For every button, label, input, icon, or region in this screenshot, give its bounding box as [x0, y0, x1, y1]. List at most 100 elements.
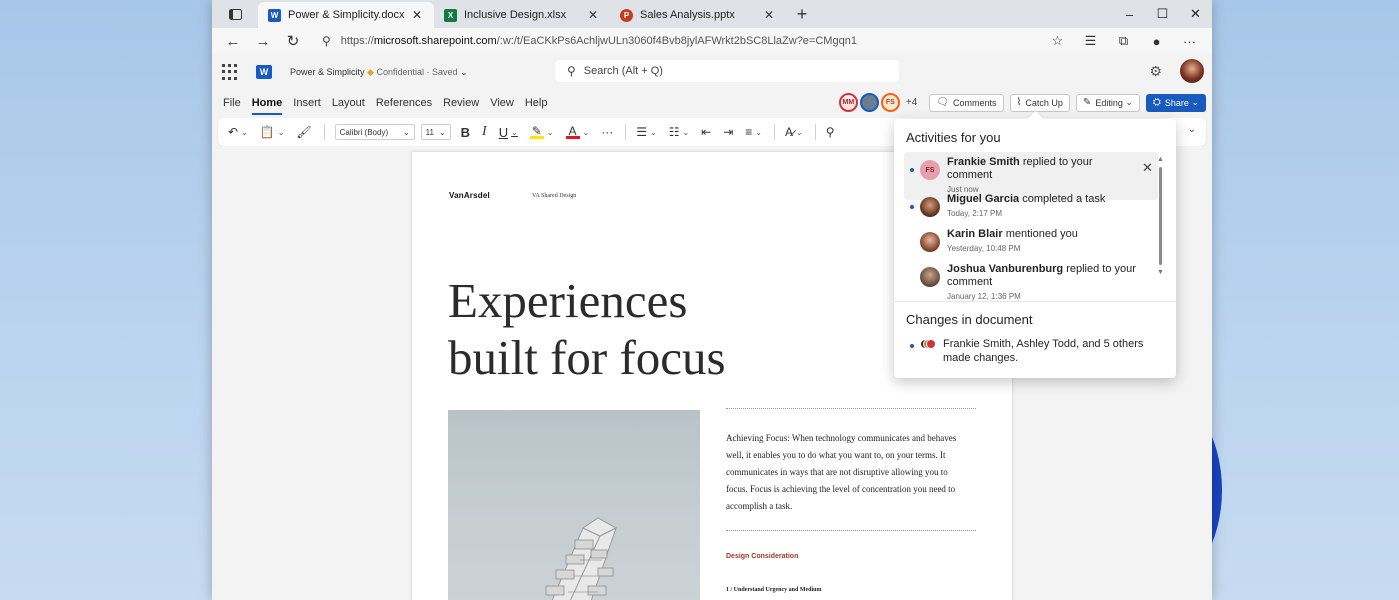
increase-indent-button[interactable]: ⇥: [723, 125, 733, 139]
editing-mode-button[interactable]: ✎ Editing ⌄: [1075, 93, 1140, 112]
font-color-button[interactable]: A ⌄: [565, 125, 589, 139]
scroll-up-icon[interactable]: ▲: [1157, 156, 1164, 163]
italic-button[interactable]: I: [482, 124, 487, 140]
refresh-button[interactable]: ↻: [278, 32, 308, 50]
divider: [774, 124, 775, 140]
tab-insert[interactable]: Insert: [293, 97, 321, 109]
more-options-button[interactable]: ···: [601, 125, 613, 139]
favorite-star-icon[interactable]: ☆: [1041, 33, 1074, 49]
comments-button[interactable]: 🗨 Comments: [929, 93, 1004, 112]
avatar[interactable]: [1180, 59, 1204, 83]
window-controls: – ☐ ✕: [1113, 0, 1212, 28]
changes-item[interactable]: Frankie Smith, Ashley Todd, and 5 others…: [910, 337, 1160, 365]
minimize-button[interactable]: –: [1113, 0, 1146, 28]
editing-label: Editing: [1095, 97, 1123, 108]
desktop-background-left: [0, 0, 212, 600]
favorites-list-icon[interactable]: ☰: [1074, 33, 1107, 49]
extension-icon[interactable]: ●: [1140, 34, 1173, 49]
browser-window: W Power & Simplicity.docx ✕ X Inclusive …: [212, 0, 1212, 600]
tab-excel-doc[interactable]: X Inclusive Design.xlsx ✕: [434, 2, 610, 28]
tab-review[interactable]: Review: [443, 97, 479, 109]
browser-toolbar-icons: ☆ ☰ ⧉ ● ···: [1041, 28, 1206, 54]
tab-layout[interactable]: Layout: [332, 97, 365, 109]
new-tab-button[interactable]: +: [790, 4, 814, 25]
decrease-indent-button[interactable]: ⇤: [701, 125, 711, 139]
app-launcher-icon[interactable]: [222, 64, 238, 80]
font-size-select[interactable]: 11 ⌄: [420, 124, 451, 140]
collections-icon[interactable]: ⧉: [1107, 33, 1140, 49]
headline-line-1: Experiences: [448, 273, 688, 328]
avatar-group: [920, 339, 936, 353]
scrollbar-thumb[interactable]: [1158, 167, 1162, 265]
align-button[interactable]: ≡ ⌄: [745, 125, 762, 139]
font-name: Calibri (Body): [339, 127, 389, 137]
styles-button[interactable]: A̷ ⌄: [785, 125, 803, 139]
unread-indicator: [910, 205, 914, 209]
more-collaborators-count[interactable]: +4: [906, 97, 917, 108]
pencil-icon: ✎: [1082, 97, 1092, 108]
tab-home[interactable]: Home: [251, 97, 282, 115]
address-row: ← → ↻ ⚲ https://microsoft.sharepoint.com…: [212, 28, 1212, 54]
activities-title: Activities for you: [906, 130, 1001, 145]
gear-icon[interactable]: ⚙: [1149, 63, 1162, 80]
close-icon[interactable]: ✕: [762, 8, 776, 22]
search-input[interactable]: ⚲ Search (Alt + Q): [555, 60, 899, 82]
numbering-button[interactable]: ☷ ⌄: [669, 125, 689, 139]
maximize-button[interactable]: ☐: [1146, 0, 1179, 28]
share-button[interactable]: ⛭ Share ⌄: [1145, 93, 1206, 112]
tab-help[interactable]: Help: [525, 97, 548, 109]
activity-item[interactable]: Joshua Vanburenburg replied to your comm…: [904, 259, 1158, 307]
paste-button[interactable]: 📋 ⌄: [260, 125, 285, 139]
collaborator-avatar[interactable]: [859, 93, 879, 112]
document-name[interactable]: Power & Simplicity ◆ Confidential · Save…: [290, 67, 468, 78]
wallpaper-orb: [1212, 390, 1222, 590]
activity-item[interactable]: Karin Blair mentioned you Yesterday, 10:…: [904, 224, 1158, 259]
share-icon: ⛭: [1152, 97, 1161, 108]
activity-text: Miguel Garcia completed a task Today, 2:…: [947, 193, 1158, 220]
activity-item[interactable]: Miguel Garcia completed a task Today, 2:…: [904, 189, 1158, 224]
tab-references[interactable]: References: [376, 97, 432, 109]
back-button[interactable]: ←: [218, 33, 248, 50]
doc-title: Power & Simplicity: [290, 66, 365, 77]
close-icon[interactable]: ✕: [1142, 160, 1158, 176]
changes-text: Frankie Smith, Ashley Todd, and 5 others…: [943, 338, 1144, 364]
font-color-icon: A: [565, 125, 580, 139]
comments-label: Comments: [952, 97, 997, 108]
collaborator-avatar-mm[interactable]: MM: [838, 93, 858, 112]
undo-button[interactable]: ↶ ⌄: [228, 125, 248, 139]
font-name-select[interactable]: Calibri (Body) ⌄: [334, 124, 415, 140]
activity-user: Karin Blair: [947, 228, 1003, 240]
collaborator-avatar-fs[interactable]: FS: [880, 93, 900, 112]
url-path: /:w:/t/EaCKkPs6AchljwULn3060f4Bvb8jylAFW…: [496, 35, 857, 47]
scroll-down-icon[interactable]: ▼: [1157, 269, 1164, 276]
tab-file[interactable]: File: [223, 97, 241, 109]
url-host: microsoft.sharepoint.com: [373, 35, 497, 47]
forward-button[interactable]: →: [248, 33, 278, 50]
chevron-down-icon: ⌄: [460, 66, 468, 77]
activities-scrollbar[interactable]: ▲ ▼: [1157, 156, 1164, 280]
bullets-button[interactable]: ☰ ⌄: [636, 125, 656, 139]
close-window-button[interactable]: ✕: [1179, 0, 1212, 28]
underline-button[interactable]: U ⌄: [499, 125, 518, 140]
tab-word-doc[interactable]: W Power & Simplicity.docx ✕: [258, 2, 434, 28]
chevron-down-icon[interactable]: ⌄: [1188, 124, 1196, 135]
avatar: [920, 267, 940, 287]
tab-title: Power & Simplicity.docx: [288, 9, 405, 21]
divider: [625, 124, 627, 140]
tab-view[interactable]: View: [490, 97, 514, 109]
close-icon[interactable]: ✕: [410, 8, 424, 22]
more-menu-icon[interactable]: ···: [1173, 34, 1206, 49]
format-painter-icon[interactable]: 🖌: [296, 125, 311, 139]
section-heading: Design Consideration: [726, 553, 799, 560]
find-button[interactable]: ⚲: [826, 125, 835, 139]
close-icon[interactable]: ✕: [586, 8, 600, 22]
address-bar[interactable]: ⚲ https://microsoft.sharepoint.com/:w:/t…: [314, 31, 1074, 51]
tab-title: Inclusive Design.xlsx: [464, 9, 567, 21]
divider: [894, 301, 1176, 302]
bold-button[interactable]: B: [461, 125, 470, 140]
tab-powerpoint-doc[interactable]: P Sales Analysis.pptx ✕: [610, 2, 786, 28]
brand-logo: VanArsdel: [449, 191, 490, 200]
tab-actions-button[interactable]: [212, 0, 258, 28]
highlight-button[interactable]: ✎ ⌄: [529, 125, 554, 139]
catch-up-button[interactable]: ⌇ Catch Up: [1009, 93, 1070, 112]
